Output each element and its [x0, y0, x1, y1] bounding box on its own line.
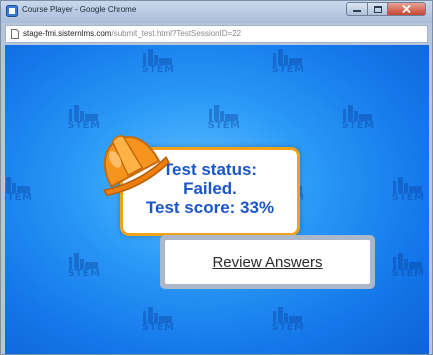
page-icon: [11, 29, 19, 39]
address-bar[interactable]: stage-fmi.sisternlms.com/submit_test.htm…: [5, 25, 428, 43]
stem-logo-icon: [273, 307, 302, 323]
url-host: stage-fmi.sisternlms.com: [23, 29, 112, 38]
stem-logo-watermark: STEM: [387, 177, 429, 207]
stem-logo-watermark: STEM: [267, 49, 309, 79]
maximize-icon: [373, 5, 382, 13]
stem-logo-icon: [143, 49, 172, 65]
stem-logo-icon: [393, 253, 422, 269]
window-title: Course Player - Google Chrome: [22, 5, 137, 14]
stem-logo-icon: [209, 105, 238, 121]
stem-logo-text: STEM: [141, 322, 175, 333]
stem-logo-icon: [6, 177, 30, 193]
minimize-icon: [353, 10, 361, 12]
review-answers-panel: Review Answers: [160, 235, 375, 289]
stem-logo-icon: [343, 105, 372, 121]
stem-logo-text: STEM: [271, 322, 305, 333]
stem-logo-icon: [273, 49, 302, 65]
review-answers-link[interactable]: Review Answers: [212, 254, 322, 271]
stem-logo-watermark: STEM: [63, 253, 105, 283]
stem-logo-text: STEM: [341, 120, 375, 131]
stem-logo-watermark: STEM: [137, 307, 179, 337]
stem-logo-text: STEM: [207, 120, 241, 131]
stem-logo-text: STEM: [5, 192, 33, 203]
stem-logo-text: STEM: [391, 268, 425, 279]
course-player-content: STEM STEM STEM STEM STEM STEM TEM STEM S…: [5, 45, 429, 354]
stem-logo-watermark: STEM: [267, 307, 309, 337]
title-bar[interactable]: Course Player - Google Chrome: [1, 1, 432, 23]
maximize-button[interactable]: [368, 2, 388, 16]
stem-logo-watermark: STEM: [5, 177, 37, 207]
stem-logo-text: STEM: [141, 64, 175, 75]
close-icon: [402, 5, 411, 13]
stem-logo-icon: [69, 253, 98, 269]
review-answers-button[interactable]: Review Answers: [165, 240, 370, 284]
stem-logo-text: STEM: [67, 268, 101, 279]
stem-logo-text: STEM: [271, 64, 305, 75]
stem-logo-watermark: STEM: [137, 49, 179, 79]
close-button[interactable]: [388, 2, 426, 16]
stem-logo-icon: [143, 307, 172, 323]
browser-window: Course Player - Google Chrome stage-fmi.…: [0, 0, 433, 355]
stem-logo-watermark: STEM: [387, 253, 429, 283]
url-path: /submit_test.html?TestSessionID=22: [111, 29, 242, 38]
url-text: stage-fmi.sisternlms.com/submit_test.htm…: [23, 29, 241, 38]
stem-logo-watermark: STEM: [337, 105, 379, 135]
stem-logo-text: STEM: [391, 192, 425, 203]
window-controls: [346, 2, 426, 16]
minimize-button[interactable]: [346, 2, 368, 16]
chrome-app-icon: [6, 5, 18, 17]
stem-logo-watermark: STEM: [203, 105, 245, 135]
stem-logo-icon: [393, 177, 422, 193]
stem-logo-icon: [69, 105, 98, 121]
hard-hat-icon: [103, 135, 170, 197]
